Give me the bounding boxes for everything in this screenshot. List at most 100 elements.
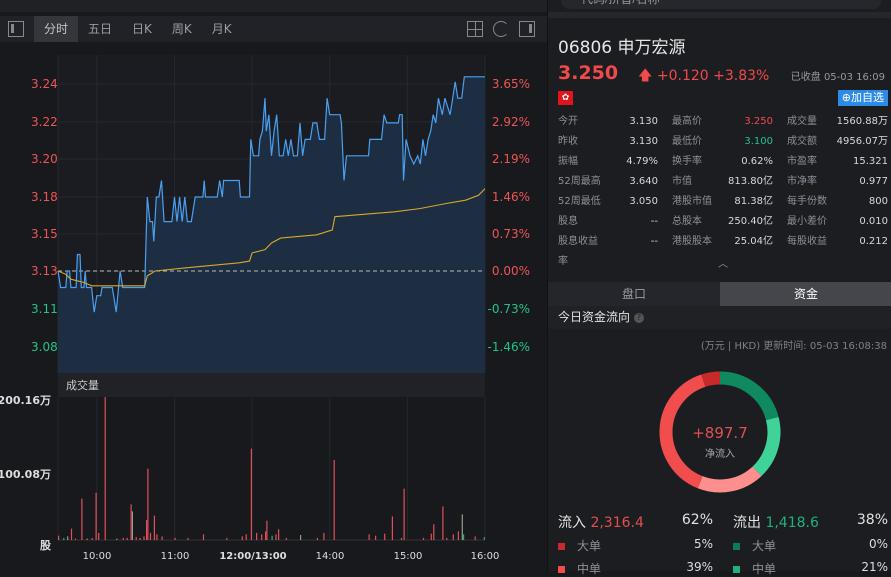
pct-tick-label: 1.46%: [492, 190, 530, 204]
tab-capital[interactable]: 资金: [720, 282, 891, 306]
outflow-label: 流出: [733, 515, 761, 531]
stat-label: 最高价: [672, 116, 702, 127]
change-value: +0.120: [656, 68, 709, 84]
volume-bar: [143, 536, 145, 540]
volume-bar: [153, 515, 155, 540]
price-tick-label: 3.20: [31, 152, 58, 166]
volume-bar: [400, 537, 403, 540]
stats-row: 今开 3.130 最高价 3.250 成交量 1560.88万: [558, 112, 888, 132]
panel-tabs: 盘口 资金: [548, 282, 891, 306]
volume-bar: [333, 460, 335, 540]
volume-bar: [135, 537, 137, 540]
legend-swatch: [558, 566, 565, 573]
volume-bar: [202, 534, 205, 540]
outflow-value: 1,418.6: [765, 515, 819, 531]
stat-label: 52周最高: [558, 176, 601, 187]
volume-bar: [130, 504, 132, 540]
volume-bar: [368, 534, 370, 540]
capital-flow-title: 今日资金流向: [558, 310, 631, 324]
volume-bar: [384, 533, 386, 540]
search-input[interactable]: [561, 0, 881, 9]
volume-bar: [63, 537, 65, 540]
volume-bar: [139, 537, 141, 540]
collapse-chevron-icon[interactable]: ︿: [718, 255, 728, 270]
divider: [548, 12, 891, 18]
volume-bar: [483, 537, 485, 540]
inflow-big-row: 大单 5%: [558, 537, 713, 554]
stat-label: 股息: [558, 216, 578, 227]
market-status: 已收盘 05-03 16:09: [790, 72, 885, 83]
volume-title: 成交量: [66, 378, 99, 392]
volume-bar: [452, 534, 454, 540]
stat-label: 每股收益: [787, 236, 827, 247]
volume-tick-label: 200.16万: [0, 394, 51, 407]
legend-swatch: [733, 543, 740, 550]
volume-bar: [430, 533, 432, 540]
volume-bar: [149, 532, 152, 540]
stat-value: 3.100: [744, 136, 773, 147]
volume-header-bg: [58, 373, 485, 397]
stock-title: 06806 申万宏源: [558, 33, 686, 58]
pct-tick-label: -0.73%: [488, 302, 530, 316]
stat-value: --: [650, 236, 658, 247]
stat-value: 4956.07万: [836, 136, 888, 147]
outflow-summary: 流出 1,418.6 38%: [733, 512, 888, 532]
volume-bar: [146, 520, 148, 540]
net-inflow-label: 净流入: [705, 449, 735, 460]
price-tick-label: 3.22: [31, 115, 58, 129]
volume-bar: [403, 488, 405, 540]
row-label: 大单: [752, 539, 777, 553]
stat-value: 0.010: [859, 216, 888, 227]
row-pct: 21%: [861, 560, 888, 574]
legend-swatch: [733, 566, 740, 573]
row-pct: 0%: [868, 537, 888, 551]
stats-row: 股息收益率 -- 港股股本 25.04亿 每股收益 0.212: [558, 232, 888, 267]
price-tick-label: 3.18: [31, 190, 58, 204]
stat-label: 昨收: [558, 136, 578, 147]
chart-panel: 分时 五日 日K 周K 月K 3.24 3.22 3.20 3.18 3.15 3.13 3…: [0, 0, 547, 571]
row-pct: 39%: [686, 560, 713, 574]
inflow-pct: 62%: [681, 512, 713, 528]
net-inflow-value: +897.7: [692, 424, 748, 442]
volume-bar: [275, 534, 277, 540]
volume-tick-label: 100.08万: [0, 468, 51, 481]
stat-value: 813.80亿: [728, 176, 773, 187]
update-time: (万元 | HKD) 更新时间: 05-03 16:08:38: [700, 341, 887, 352]
stat-value: 3.250: [744, 116, 773, 127]
volume-bar: [474, 536, 476, 540]
pct-tick-label: -1.46%: [488, 340, 530, 354]
add-watchlist-button[interactable]: ⊕加自选: [837, 90, 888, 106]
tab-order-book[interactable]: 盘口: [548, 282, 720, 306]
stats-row: 昨收 3.130 最低价 3.100 成交额 4956.07万: [558, 132, 888, 152]
stat-value: 0.212: [859, 236, 888, 247]
up-arrow-icon: 🡅: [638, 68, 653, 84]
stat-label: 今开: [558, 116, 578, 127]
volume-bar: [245, 534, 247, 540]
volume-bar: [316, 537, 318, 540]
stat-label: 最小差价: [787, 216, 827, 227]
stat-value: 3.050: [629, 196, 658, 207]
stat-label: 总股本: [672, 216, 702, 227]
stat-value: 3.130: [629, 116, 658, 127]
stat-value: 15.321: [853, 156, 888, 167]
volume-bar: [285, 537, 287, 540]
capital-flow-header: 今日资金流向?: [548, 306, 891, 329]
stock-code: 06806: [558, 38, 613, 58]
volume-tick-label: 股: [40, 539, 52, 552]
legend-swatch: [558, 543, 565, 550]
time-tick-label: 11:00: [161, 551, 190, 562]
help-icon[interactable]: ?: [634, 312, 645, 323]
volume-bar: [442, 506, 444, 540]
outflow-big-row: 大单 0%: [733, 537, 888, 554]
inflow-summary: 流入 2,316.4 62%: [558, 512, 713, 532]
stat-value: 4.79%: [626, 156, 658, 167]
volume-bar: [91, 537, 93, 540]
volume-bar: [156, 534, 158, 540]
stock-name: 申万宏源: [617, 38, 686, 58]
volume-bar: [116, 538, 118, 540]
pct-tick-label: 2.19%: [492, 152, 530, 166]
volume-bar: [58, 535, 60, 540]
stat-label: 换手率: [672, 156, 702, 167]
stat-value: 800: [868, 196, 888, 207]
stats-grid: 今开 3.130 最高价 3.250 成交量 1560.88万 昨收 3.130 最低价 3.10…: [558, 112, 888, 267]
